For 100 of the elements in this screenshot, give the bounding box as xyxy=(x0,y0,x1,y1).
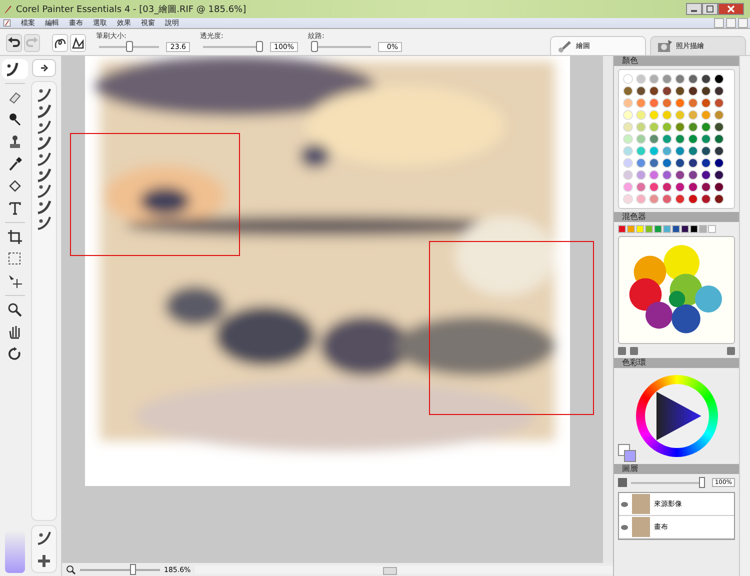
color-swatch[interactable] xyxy=(623,182,633,192)
color-swatch[interactable] xyxy=(714,146,724,156)
color-swatch[interactable] xyxy=(649,170,659,180)
color-swatch[interactable] xyxy=(688,122,698,132)
color-swatch[interactable] xyxy=(623,158,633,168)
slider-thumb[interactable] xyxy=(130,564,136,575)
color-swatch[interactable] xyxy=(636,146,646,156)
color-swatch[interactable] xyxy=(675,110,685,120)
color-swatch[interactable] xyxy=(636,182,646,192)
color-swatch[interactable] xyxy=(662,122,672,132)
color-swatch[interactable] xyxy=(623,170,633,180)
color-swatch[interactable] xyxy=(636,170,646,180)
slider-thumb[interactable] xyxy=(126,41,132,52)
color-swatch[interactable] xyxy=(701,146,711,156)
color-swatch[interactable] xyxy=(649,146,659,156)
color-swatch[interactable] xyxy=(623,98,633,108)
color-swatch[interactable] xyxy=(649,86,659,96)
color-swatch[interactable] xyxy=(714,122,724,132)
panel-header[interactable]: 色彩環 xyxy=(614,358,739,368)
mixer-pad[interactable] xyxy=(618,236,735,344)
color-swatch[interactable] xyxy=(688,170,698,180)
color-swatch[interactable] xyxy=(662,134,672,144)
color-swatch[interactable] xyxy=(708,225,716,233)
color-swatch[interactable] xyxy=(688,74,698,84)
color-swatch[interactable] xyxy=(662,182,672,192)
color-swatch[interactable] xyxy=(649,98,659,108)
color-swatch[interactable] xyxy=(636,122,646,132)
eye-icon[interactable] xyxy=(621,502,628,506)
close-button[interactable] xyxy=(718,3,744,15)
color-swatch[interactable] xyxy=(690,225,698,233)
color-swatch[interactable] xyxy=(701,158,711,168)
color-swatch[interactable] xyxy=(645,225,653,233)
color-swatch[interactable] xyxy=(649,134,659,144)
color-swatch[interactable] xyxy=(662,74,672,84)
paper-color-swatch[interactable] xyxy=(5,531,25,573)
color-swatch[interactable] xyxy=(654,225,662,233)
color-swatch[interactable] xyxy=(662,194,672,204)
color-swatch[interactable] xyxy=(714,74,724,84)
color-swatch[interactable] xyxy=(636,110,646,120)
slider-thumb[interactable] xyxy=(698,477,705,488)
color-swatch[interactable] xyxy=(681,225,689,233)
color-swatch[interactable] xyxy=(701,134,711,144)
color-swatch[interactable] xyxy=(688,182,698,192)
color-swatch[interactable] xyxy=(701,170,711,180)
color-swatch[interactable] xyxy=(701,98,711,108)
color-swatch[interactable] xyxy=(636,98,646,108)
maximize-button[interactable] xyxy=(702,3,718,15)
color-swatch[interactable] xyxy=(688,134,698,144)
color-swatch[interactable] xyxy=(636,134,646,144)
color-swatch[interactable] xyxy=(649,110,659,120)
panel-scrollbar[interactable] xyxy=(739,56,750,576)
color-swatch[interactable] xyxy=(662,110,672,120)
color-swatch[interactable] xyxy=(627,225,635,233)
color-swatch[interactable] xyxy=(688,194,698,204)
color-chips[interactable] xyxy=(618,444,636,462)
panel-header[interactable]: 圖層 xyxy=(614,464,739,474)
color-swatch[interactable] xyxy=(699,225,707,233)
color-swatch[interactable] xyxy=(623,134,633,144)
color-swatch[interactable] xyxy=(701,110,711,120)
color-swatch[interactable] xyxy=(714,134,724,144)
color-swatch[interactable] xyxy=(636,194,646,204)
color-swatch[interactable] xyxy=(714,158,724,168)
slider-thumb[interactable] xyxy=(256,41,263,52)
color-swatch[interactable] xyxy=(675,158,685,168)
color-swatch[interactable] xyxy=(649,182,659,192)
color-swatch[interactable] xyxy=(688,98,698,108)
color-swatch[interactable] xyxy=(623,146,633,156)
color-swatch[interactable] xyxy=(623,122,633,132)
color-swatch[interactable] xyxy=(714,98,724,108)
color-swatch[interactable] xyxy=(649,194,659,204)
color-swatch[interactable] xyxy=(714,194,724,204)
color-swatch[interactable] xyxy=(649,122,659,132)
freehand-stroke-button[interactable] xyxy=(52,34,68,52)
vertical-scrollbar[interactable] xyxy=(603,56,613,563)
color-swatch[interactable] xyxy=(714,170,724,180)
color-swatch[interactable] xyxy=(663,225,671,233)
color-swatch[interactable] xyxy=(688,158,698,168)
color-swatch[interactable] xyxy=(672,225,680,233)
color-swatch[interactable] xyxy=(623,86,633,96)
color-swatch[interactable] xyxy=(623,110,633,120)
color-swatch[interactable] xyxy=(714,86,724,96)
color-swatch[interactable] xyxy=(675,86,685,96)
color-swatch[interactable] xyxy=(662,158,672,168)
color-swatch[interactable] xyxy=(688,110,698,120)
color-swatch[interactable] xyxy=(675,98,685,108)
color-swatch[interactable] xyxy=(701,74,711,84)
color-swatch[interactable] xyxy=(675,74,685,84)
color-swatch[interactable] xyxy=(618,225,626,233)
eye-icon[interactable] xyxy=(621,524,628,530)
straight-line-button[interactable] xyxy=(70,34,86,52)
color-swatch[interactable] xyxy=(675,170,685,180)
color-swatch[interactable] xyxy=(623,194,633,204)
color-swatch[interactable] xyxy=(675,194,685,204)
color-swatch[interactable] xyxy=(662,98,672,108)
color-swatch[interactable] xyxy=(714,182,724,192)
color-swatch[interactable] xyxy=(636,74,646,84)
color-swatch[interactable] xyxy=(688,86,698,96)
color-swatch[interactable] xyxy=(675,122,685,132)
color-swatch[interactable] xyxy=(636,225,644,233)
color-swatch[interactable] xyxy=(701,122,711,132)
